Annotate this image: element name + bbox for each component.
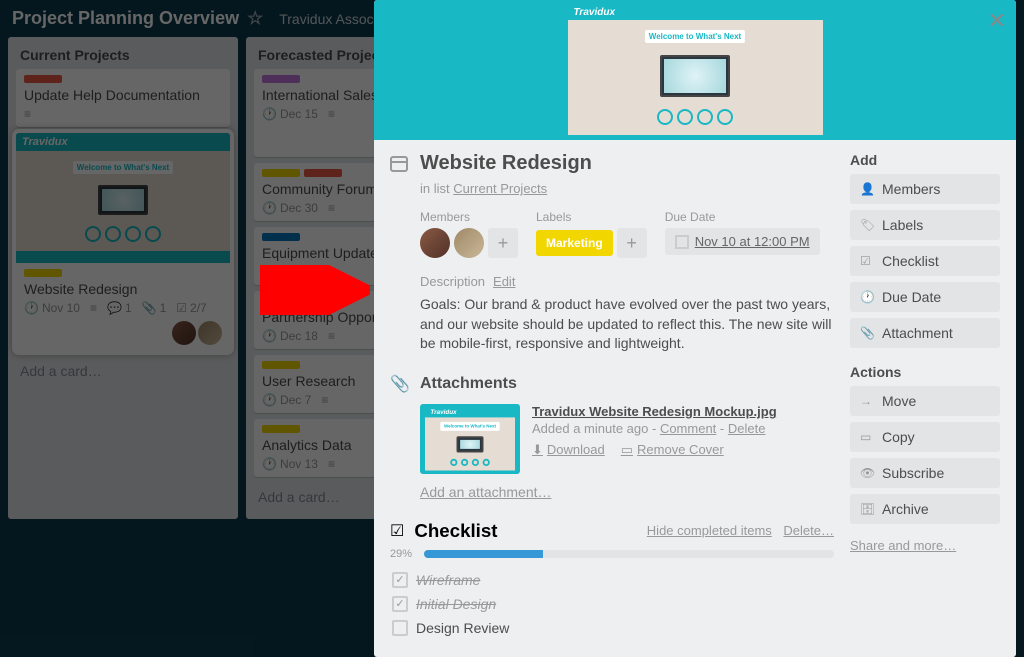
attachment-meta: Added a minute ago - Comment - Delete bbox=[532, 421, 834, 436]
checklist-delete-link[interactable]: Delete… bbox=[783, 523, 834, 538]
mock-tagline: Welcome to What's Next bbox=[645, 30, 745, 43]
member-avatar[interactable] bbox=[454, 228, 484, 258]
edit-description-link[interactable]: Edit bbox=[493, 274, 515, 289]
add-labels-button[interactable]: 🏷Labels bbox=[850, 210, 1000, 240]
checklist-item-initial-design[interactable]: ✓ Initial Design bbox=[392, 592, 834, 616]
add-checklist-button[interactable]: ☑Checklist bbox=[850, 246, 1000, 276]
chart-circles bbox=[450, 458, 490, 465]
add-label-button[interactable]: + bbox=[617, 228, 647, 258]
attachment-name[interactable]: Travidux Website Redesign Mockup.jpg bbox=[532, 404, 834, 419]
laptop-graphic bbox=[660, 55, 730, 97]
attachment-item: Travidux Welcome to What's Next Travidux… bbox=[420, 404, 834, 474]
progress-bar bbox=[424, 550, 834, 558]
attachment-icon: 📎 bbox=[390, 374, 410, 394]
mock-tagline: Welcome to What's Next bbox=[440, 422, 499, 431]
close-icon[interactable]: ✕ bbox=[988, 8, 1006, 34]
members-icon: 👤 bbox=[860, 182, 874, 196]
attachment-comment-link[interactable]: Comment bbox=[660, 421, 716, 436]
subscribe-button[interactable]: 👁Subscribe bbox=[850, 458, 1000, 488]
checkbox-icon[interactable] bbox=[392, 620, 408, 636]
modal-main-column: Website Redesign in list Current Project… bbox=[390, 152, 834, 640]
labels-block: Labels Marketing + bbox=[536, 210, 647, 258]
members-label: Members bbox=[420, 210, 518, 224]
members-block: Members + bbox=[420, 210, 518, 258]
copy-button[interactable]: ▭Copy bbox=[850, 422, 1000, 452]
label-marketing[interactable]: Marketing bbox=[536, 230, 613, 256]
in-list-link[interactable]: Current Projects bbox=[453, 181, 547, 196]
labels-icon: 🏷 bbox=[860, 218, 874, 232]
archive-button[interactable]: 🗄Archive bbox=[850, 494, 1000, 524]
clock-icon: 🕐 bbox=[860, 290, 874, 304]
eye-icon: 👁 bbox=[860, 466, 874, 480]
attachments-heading: Attachments bbox=[420, 375, 517, 393]
checkbox-icon[interactable]: ✓ bbox=[392, 596, 408, 612]
checkbox-icon[interactable]: ✓ bbox=[392, 572, 408, 588]
add-members-button[interactable]: 👤Members bbox=[850, 174, 1000, 204]
download-icon: ⬇ bbox=[532, 442, 543, 458]
mock-brand: Travidux bbox=[425, 407, 515, 417]
checklist-icon: ☑ bbox=[860, 254, 874, 268]
add-attachment-link[interactable]: Add an attachment… bbox=[420, 484, 552, 500]
laptop-graphic bbox=[457, 437, 484, 453]
checklist-item-label: Wireframe bbox=[416, 572, 480, 588]
labels-label: Labels bbox=[536, 210, 647, 224]
attachment-icon: 📎 bbox=[860, 326, 874, 340]
copy-icon: ▭ bbox=[860, 430, 874, 444]
card-cover[interactable]: ✕ Travidux Welcome to What's Next bbox=[374, 0, 1016, 140]
archive-icon: 🗄 bbox=[860, 502, 874, 516]
add-section-title: Add bbox=[850, 152, 1000, 168]
add-member-button[interactable]: + bbox=[488, 228, 518, 258]
download-link[interactable]: ⬇ Download bbox=[532, 442, 605, 458]
checklist-item-wireframe[interactable]: ✓ Wireframe bbox=[392, 568, 834, 592]
due-checkbox[interactable] bbox=[675, 235, 689, 249]
add-attachment-button[interactable]: 📎Attachment bbox=[850, 318, 1000, 348]
cover-icon: ▭ bbox=[621, 442, 633, 458]
checklist-item-label: Initial Design bbox=[416, 596, 496, 612]
share-and-more-link[interactable]: Share and more… bbox=[850, 538, 956, 553]
add-due-date-button[interactable]: 🕐Due Date bbox=[850, 282, 1000, 312]
description-label: Description bbox=[420, 274, 485, 289]
hide-completed-link[interactable]: Hide completed items bbox=[647, 523, 772, 538]
description-text[interactable]: Goals: Our brand & product have evolved … bbox=[420, 295, 834, 354]
card-icon bbox=[390, 156, 410, 177]
card-detail-title[interactable]: Website Redesign bbox=[420, 152, 592, 175]
mock-brand: Travidux bbox=[568, 5, 823, 20]
red-arrow-annotation bbox=[260, 265, 370, 315]
attachment-delete-link[interactable]: Delete bbox=[728, 421, 766, 436]
in-list-text: in list Current Projects bbox=[420, 181, 834, 196]
checklist-item-design-review[interactable]: Design Review bbox=[392, 616, 834, 640]
progress-percentage: 29% bbox=[390, 548, 416, 560]
modal-sidebar: Add 👤Members 🏷Labels ☑Checklist 🕐Due Dat… bbox=[850, 152, 1000, 640]
checklist-icon: ☑ bbox=[390, 521, 404, 541]
chart-circles bbox=[657, 109, 733, 125]
due-label: Due Date bbox=[665, 210, 820, 224]
arrow-right-icon: → bbox=[860, 394, 874, 408]
due-value: Nov 10 at 12:00 PM bbox=[695, 234, 810, 249]
remove-cover-link[interactable]: ▭ Remove Cover bbox=[621, 442, 724, 458]
member-avatar[interactable] bbox=[420, 228, 450, 258]
checklist-item-label: Design Review bbox=[416, 620, 509, 636]
card-detail-modal: ✕ Travidux Welcome to What's Next Websit… bbox=[374, 0, 1016, 657]
checklist-heading[interactable]: Checklist bbox=[414, 520, 497, 542]
cover-mockup: Travidux Welcome to What's Next bbox=[568, 5, 823, 135]
due-date-button[interactable]: Nov 10 at 12:00 PM bbox=[665, 228, 820, 255]
attachment-thumbnail[interactable]: Travidux Welcome to What's Next bbox=[420, 404, 520, 474]
due-date-block: Due Date Nov 10 at 12:00 PM bbox=[665, 210, 820, 258]
actions-section-title: Actions bbox=[850, 364, 1000, 380]
move-button[interactable]: →Move bbox=[850, 386, 1000, 416]
